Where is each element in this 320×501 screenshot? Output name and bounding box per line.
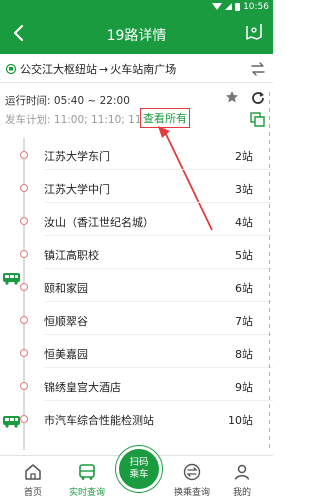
operating-time: 运行时间: 05:40 ~ 22:00 [5, 93, 130, 108]
user-icon [234, 464, 250, 480]
transfer-icon [183, 463, 201, 481]
divider [44, 301, 273, 302]
stop-name: 恒美嘉园 [44, 348, 88, 361]
stop-dot [20, 316, 28, 324]
stop-count: 3站 [235, 183, 253, 196]
stop-item[interactable]: 锦绣皇宫大酒店 9站 [0, 371, 273, 401]
status-time: 10:56 [243, 1, 269, 12]
divider [44, 268, 273, 269]
page-title: 19路详情 [106, 28, 167, 44]
tab-transfer[interactable]: 换乘查询 [165, 456, 219, 501]
operating-time-value: 05:40 ~ 22:00 [53, 95, 130, 107]
tab-label: 换乘查询 [173, 488, 210, 498]
status-bar: 10:56 [0, 0, 273, 13]
stop-name: 市汽车综合性能检测站 [44, 414, 154, 427]
route-from: 公交江大枢纽站 [20, 63, 97, 76]
stop-item[interactable]: 镇江高职校 5站 [0, 239, 273, 269]
stop-count: 8站 [235, 348, 253, 361]
stop-name: 颐和家园 [44, 282, 88, 295]
divider [0, 82, 273, 83]
divider [44, 235, 273, 236]
tab-mine[interactable]: 我的 [215, 456, 269, 501]
tab-label: 实时查询 [68, 488, 105, 498]
stop-item[interactable]: 江苏大学中门 3站 [0, 173, 273, 203]
divider [44, 202, 273, 203]
stop-item[interactable]: 恒顺翠谷 7站 [0, 305, 273, 335]
scan-to-ride-button[interactable]: 扫码 乘车 [116, 446, 162, 492]
bottom-tab-bar: 首页 实时查询 扫码 乘车 换乘查询 我的 [0, 446, 273, 501]
stop-count: 4站 [235, 216, 253, 229]
tab-home[interactable]: 首页 [6, 456, 60, 501]
bus-icon [6, 64, 16, 74]
app-bar: 19路详情 [0, 13, 273, 54]
scrollbar[interactable] [268, 92, 271, 452]
stop-item[interactable]: 颐和家园 6站 [0, 272, 273, 302]
stop-item[interactable]: 市汽车综合性能检测站 10站 [0, 404, 273, 434]
status-icons: 10:56 [212, 0, 269, 13]
tab-label: 我的 [232, 488, 251, 498]
divider [44, 334, 273, 335]
route-arrow: → [99, 62, 109, 76]
stop-dot [20, 151, 28, 159]
battery-icon [235, 2, 241, 11]
stop-item[interactable]: 江苏大学东门 2站 [0, 140, 273, 170]
stop-item[interactable]: 恒美嘉园 8站 [0, 338, 273, 368]
stop-dot [20, 250, 28, 258]
copy-icon[interactable] [250, 112, 265, 127]
scan-label-line1: 扫码 [129, 457, 149, 468]
stop-count: 5站 [235, 249, 253, 262]
departure-plan: 发车计划: 11:00; 11:10; 11:20; [5, 112, 162, 127]
departure-plan-label: 发车计划: [5, 114, 51, 126]
star-favorite-icon[interactable] [225, 90, 239, 104]
stop-count: 7站 [235, 315, 253, 328]
stop-dot [20, 382, 28, 390]
stop-name: 汝山（香江世纪名城） [44, 216, 154, 229]
route-direction: 公交江大枢纽站 → 火车站南广场 [0, 56, 273, 82]
bus-icon [79, 464, 95, 480]
divider [44, 367, 273, 368]
stop-count: 9站 [235, 381, 253, 394]
stop-item[interactable]: 汝山（香江世纪名城） 4站 [0, 206, 273, 236]
map-location-icon[interactable] [245, 23, 263, 41]
tab-realtime[interactable]: 实时查询 [60, 456, 114, 501]
wifi-icon [212, 3, 223, 10]
divider [44, 400, 273, 401]
divider [44, 169, 273, 170]
scan-label-line2: 乘车 [129, 469, 149, 480]
bus-position-icon[interactable] [2, 272, 22, 285]
stop-dot [20, 184, 28, 192]
stop-count: 6站 [235, 282, 253, 295]
stop-dot [20, 217, 28, 225]
stop-dot [20, 349, 28, 357]
stop-count: 2站 [235, 150, 253, 163]
route-to: 火车站南广场 [110, 63, 177, 76]
stop-name: 镇江高职校 [44, 249, 99, 262]
stop-count: 10站 [228, 414, 253, 427]
signal-icon [225, 3, 233, 10]
stop-name: 江苏大学中门 [44, 183, 110, 196]
swap-direction-icon[interactable] [251, 62, 265, 76]
bus-position-icon[interactable] [2, 415, 22, 428]
view-all-button[interactable]: 查看所有 [140, 108, 190, 128]
stop-name: 恒顺翠谷 [44, 315, 88, 328]
home-icon [25, 464, 41, 480]
stop-name: 锦绣皇宫大酒店 [44, 381, 121, 394]
operating-time-label: 运行时间: [5, 95, 51, 107]
refresh-icon[interactable] [250, 90, 266, 106]
tab-label: 首页 [23, 488, 42, 498]
stop-name: 江苏大学东门 [44, 150, 110, 163]
